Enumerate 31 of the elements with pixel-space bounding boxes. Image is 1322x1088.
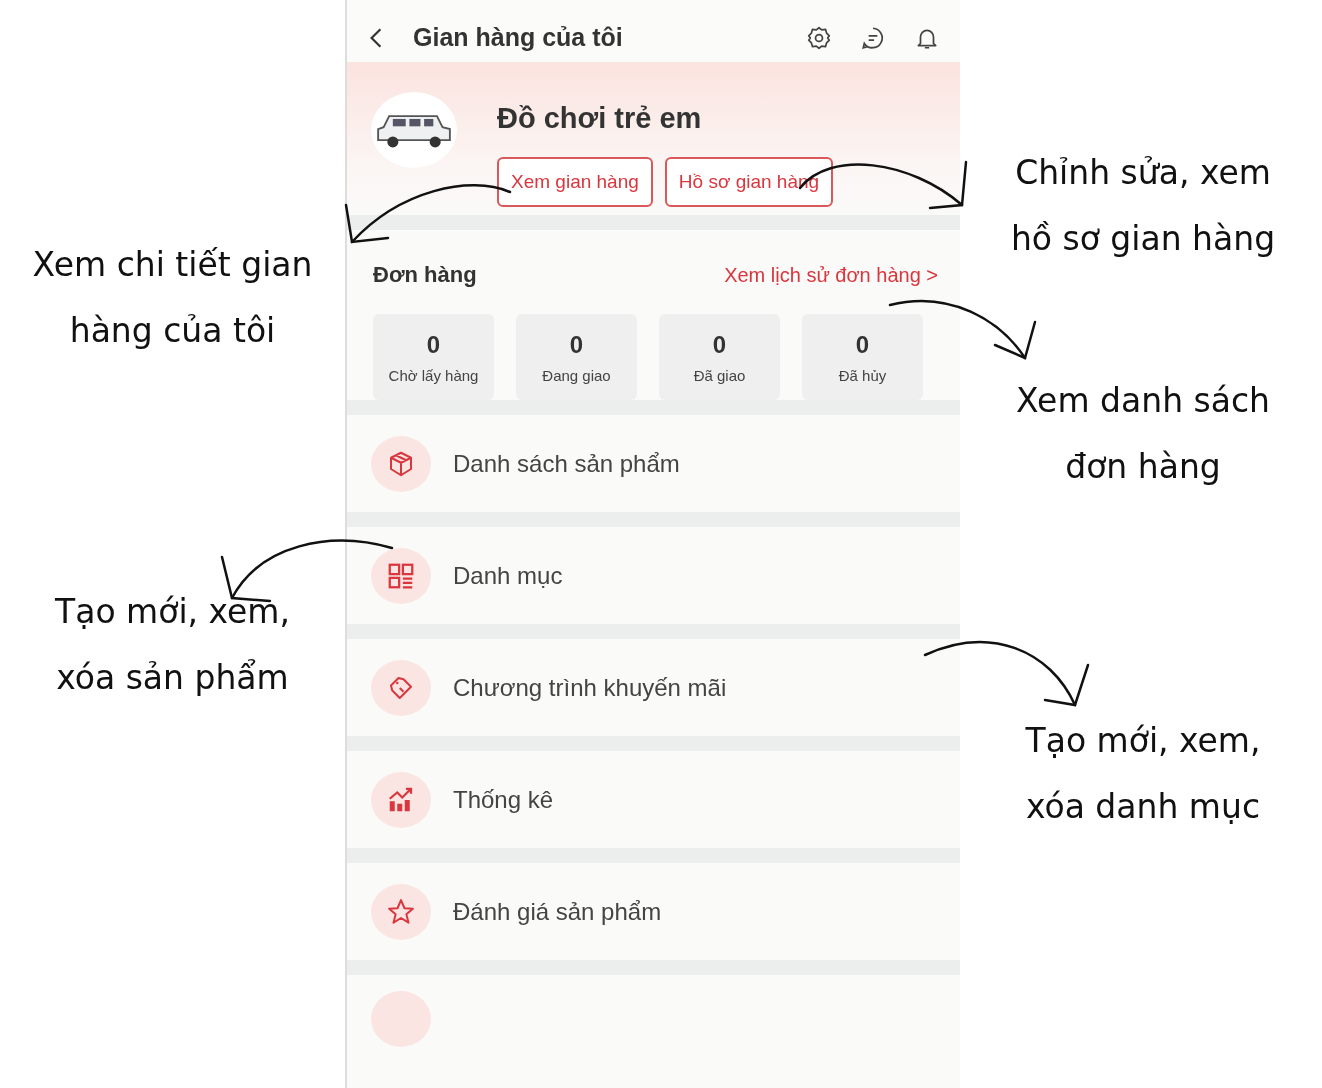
page-title: Gian hàng của tôi bbox=[413, 23, 624, 53]
shop-name: Đồ chơi trẻ em bbox=[497, 101, 703, 135]
menu-item[interactable]: Đánh giá sản phẩm bbox=[347, 863, 960, 960]
order-count: 0 bbox=[569, 330, 584, 359]
order-status-label: Chờ lấy hàng bbox=[388, 366, 479, 384]
section-title: Đơn hàng bbox=[373, 262, 477, 288]
order-stat-card[interactable]: 0 Đã hủy bbox=[802, 314, 923, 400]
order-count: 0 bbox=[712, 330, 727, 359]
annotation-text: Chỉnh sửa, xem hồ sơ gian hàng bbox=[1010, 152, 1276, 260]
settings-icon[interactable] bbox=[806, 24, 832, 51]
star-icon bbox=[386, 896, 416, 927]
menu-item[interactable]: Thống kê bbox=[347, 751, 960, 848]
back-icon[interactable] bbox=[369, 26, 383, 49]
order-count: 0 bbox=[855, 330, 870, 359]
order-status-label: Đang giao bbox=[542, 366, 611, 384]
annotation-text: Xem danh sách đơn hàng bbox=[1016, 380, 1270, 488]
annotation-text: Tạo mới, xem, xóa danh mục bbox=[1025, 720, 1261, 828]
order-stat-card[interactable]: 0 Đã giao bbox=[659, 314, 780, 400]
order-status-label: Đã hủy bbox=[838, 366, 887, 384]
menu-item[interactable]: Danh mục bbox=[347, 527, 960, 624]
order-count: 0 bbox=[426, 330, 441, 359]
annotation-text: Xem chi tiết gian hàng của tôi bbox=[32, 244, 313, 352]
chat-icon[interactable] bbox=[860, 24, 886, 51]
order-stat-card[interactable]: 0 Chờ lấy hàng bbox=[373, 314, 494, 400]
order-status-label: Đã giao bbox=[693, 366, 746, 384]
menu-item[interactable]: Danh sách sản phẩm bbox=[347, 415, 960, 512]
annotation-text: Tạo mới, xem, xóa sản phẩm bbox=[55, 591, 290, 699]
order-history-link[interactable]: Xem lịch sử đơn hàng > bbox=[724, 263, 938, 287]
order-stat-card[interactable]: 0 Đang giao bbox=[516, 314, 637, 400]
menu-item[interactable]: Chương trình khuyến mãi bbox=[347, 639, 960, 736]
shop-button[interactable]: Xem gian hàng bbox=[497, 156, 653, 207]
